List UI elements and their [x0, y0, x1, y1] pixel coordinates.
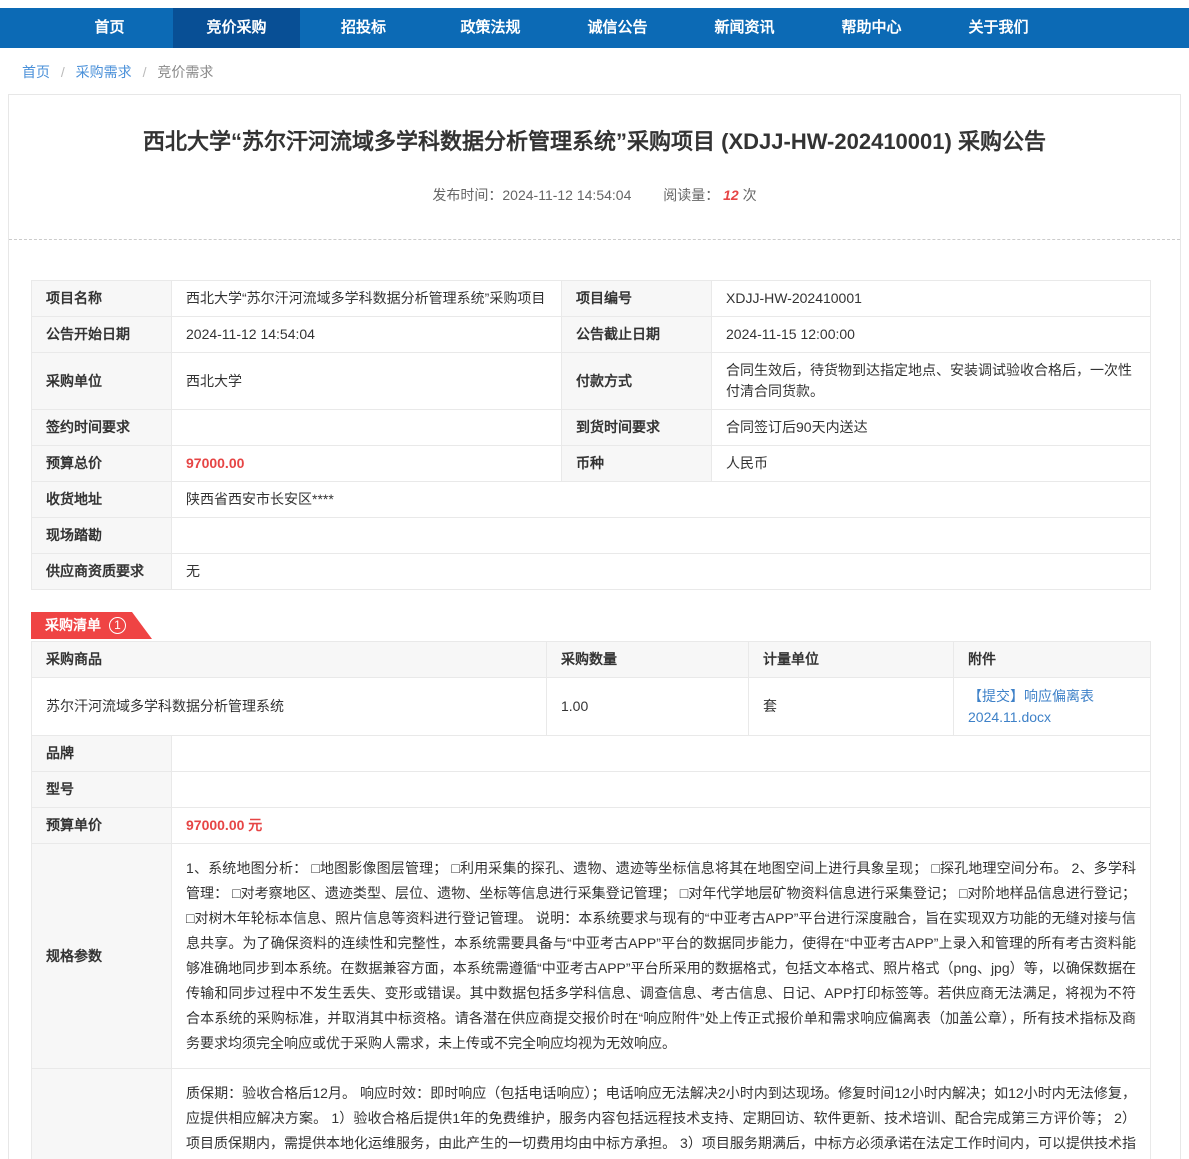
table-row: 采购单位 西北大学 付款方式 合同生效后，待货物到达指定地点、安装调试验收合格后… — [32, 353, 1151, 410]
field-label-end-date: 公告截止日期 — [562, 317, 712, 353]
field-label-purchaser: 采购单位 — [32, 353, 172, 410]
page-title: 西北大学“苏尔汗河流域多学科数据分析管理系统”采购项目 (XDJJ-HW-202… — [49, 127, 1140, 157]
field-value-sign-time — [172, 410, 562, 446]
field-value-payment: 合同生效后，待货物到达指定地点、安装调试验收合格后，一次性付清合同货款。 — [712, 353, 1151, 410]
field-label-model: 型号 — [32, 772, 172, 808]
table-row: 项目名称 西北大学“苏尔汗河流域多学科数据分析管理系统”采购项目 项目编号 XD… — [32, 281, 1151, 317]
breadcrumb-current: 竞价需求 — [157, 64, 213, 80]
field-value-unit-price: 97000.00 元 — [172, 808, 1151, 844]
field-value-site-survey — [172, 518, 1151, 554]
purchase-list-table: 采购商品 采购数量 计量单位 附件 苏尔汗河流域多学科数据分析管理系统 1.00… — [31, 641, 1151, 1159]
views-label: 阅读量： — [663, 187, 719, 203]
table-row: 公告开始日期 2024-11-12 14:54:04 公告截止日期 2024-1… — [32, 317, 1151, 353]
table-row: 型号 — [32, 772, 1151, 808]
publish-time-label: 发布时间： — [432, 187, 502, 203]
publish-info-line: 发布时间：2024-11-12 14:54:04 阅读量： 12 次 — [9, 185, 1180, 205]
nav-item-help[interactable]: 帮助中心 — [808, 8, 935, 48]
field-label-brand: 品牌 — [32, 736, 172, 772]
column-header-unit: 计量单位 — [749, 642, 954, 678]
views-count: 12 — [723, 187, 739, 203]
field-value-delivery-address: 陕西省西安市长安区**** — [172, 482, 1151, 518]
nav-item-tender[interactable]: 招投标 — [300, 8, 427, 48]
publish-time-value: 2024-11-12 14:54:04 — [502, 187, 631, 203]
field-label-unit-price: 预算单价 — [32, 808, 172, 844]
breadcrumb-home-link[interactable]: 首页 — [22, 64, 50, 80]
item-product-name: 苏尔汗河流域多学科数据分析管理系统 — [32, 678, 547, 736]
purchase-list-tag-row: 采购清单 1 — [31, 612, 1151, 639]
field-value-specifications: 1、系统地图分析： □地图影像图层管理； □利用采集的探孔、遗物、遗迹等坐标信息… — [172, 844, 1151, 1069]
field-value-start-date: 2024-11-12 14:54:04 — [172, 317, 562, 353]
views-unit: 次 — [743, 187, 757, 203]
breadcrumb-separator: / — [61, 64, 65, 80]
field-label-specifications: 规格参数 — [32, 844, 172, 1069]
item-unit: 套 — [749, 678, 954, 736]
nav-item-policy[interactable]: 政策法规 — [427, 8, 554, 48]
top-nav: 首页 竞价采购 招投标 政策法规 诚信公告 新闻资讯 帮助中心 关于我们 — [0, 8, 1189, 48]
field-value-supplier-qualification: 无 — [172, 554, 1151, 590]
nav-item-bidding-purchase[interactable]: 竞价采购 — [173, 8, 300, 48]
field-label-supplier-qualification: 供应商资质要求 — [32, 554, 172, 590]
nav-item-home[interactable]: 首页 — [46, 8, 173, 48]
table-row: 预算总价 97000.00 币种 人民币 — [32, 446, 1151, 482]
field-value-end-date: 2024-11-15 12:00:00 — [712, 317, 1151, 353]
purchase-list-count-badge: 1 — [109, 617, 126, 634]
purchase-item-row: 苏尔汗河流域多学科数据分析管理系统 1.00 套 【提交】响应偏离表 2024.… — [32, 678, 1151, 736]
table-row: 签约时间要求 到货时间要求 合同签订后90天内送达 — [32, 410, 1151, 446]
breadcrumb: 首页 / 采购需求 / 竞价需求 — [0, 48, 1189, 92]
field-label-budget-total: 预算总价 — [32, 446, 172, 482]
nav-item-about[interactable]: 关于我们 — [935, 8, 1062, 48]
table-row: 规格参数 1、系统地图分析： □地图影像图层管理； □利用采集的探孔、遗物、遗迹… — [32, 844, 1151, 1069]
field-label-delivery-address: 收货地址 — [32, 482, 172, 518]
column-header-attachment: 附件 — [954, 642, 1151, 678]
field-value-project-no: XDJJ-HW-202410001 — [712, 281, 1151, 317]
column-header-quantity: 采购数量 — [547, 642, 749, 678]
nav-item-integrity[interactable]: 诚信公告 — [554, 8, 681, 48]
field-value-budget-total: 97000.00 — [172, 446, 562, 482]
field-label-sign-time: 签约时间要求 — [32, 410, 172, 446]
field-label-delivery-time: 到货时间要求 — [562, 410, 712, 446]
announcement-card: 西北大学“苏尔汗河流域多学科数据分析管理系统”采购项目 (XDJJ-HW-202… — [8, 94, 1181, 1159]
field-label-project-name: 项目名称 — [32, 281, 172, 317]
table-row: 预算单价 97000.00 元 — [32, 808, 1151, 844]
table-row: 售后服务 质保期：验收合格后12月。 响应时效：即时响应（包括电话响应）；电话响… — [32, 1069, 1151, 1159]
table-row: 品牌 — [32, 736, 1151, 772]
field-label-payment: 付款方式 — [562, 353, 712, 410]
purchase-list-tag-label: 采购清单 — [45, 612, 101, 639]
field-value-after-sales: 质保期：验收合格后12月。 响应时效：即时响应（包括电话响应）；电话响应无法解决… — [172, 1069, 1151, 1159]
purchase-list-tag: 采购清单 1 — [31, 612, 152, 639]
field-label-start-date: 公告开始日期 — [32, 317, 172, 353]
table-header-row: 采购商品 采购数量 计量单位 附件 — [32, 642, 1151, 678]
field-value-model — [172, 772, 1151, 808]
table-row: 供应商资质要求 无 — [32, 554, 1151, 590]
breadcrumb-purchase-demand-link[interactable]: 采购需求 — [76, 64, 132, 80]
project-info-table: 项目名称 西北大学“苏尔汗河流域多学科数据分析管理系统”采购项目 项目编号 XD… — [31, 280, 1151, 590]
field-label-after-sales: 售后服务 — [32, 1069, 172, 1159]
field-value-delivery-time: 合同签订后90天内送达 — [712, 410, 1151, 446]
breadcrumb-separator: / — [143, 64, 147, 80]
column-header-product: 采购商品 — [32, 642, 547, 678]
field-value-project-name: 西北大学“苏尔汗河流域多学科数据分析管理系统”采购项目 — [172, 281, 562, 317]
field-label-site-survey: 现场踏勘 — [32, 518, 172, 554]
table-row: 收货地址 陕西省西安市长安区**** — [32, 482, 1151, 518]
field-label-currency: 币种 — [562, 446, 712, 482]
field-value-brand — [172, 736, 1151, 772]
field-label-project-no: 项目编号 — [562, 281, 712, 317]
item-quantity: 1.00 — [547, 678, 749, 736]
table-row: 现场踏勘 — [32, 518, 1151, 554]
tables-wrapper: 项目名称 西北大学“苏尔汗河流域多学科数据分析管理系统”采购项目 项目编号 XD… — [9, 240, 1180, 1159]
field-value-currency: 人民币 — [712, 446, 1151, 482]
attachment-link[interactable]: 【提交】响应偏离表 2024.11.docx — [968, 688, 1094, 725]
nav-item-news[interactable]: 新闻资讯 — [681, 8, 808, 48]
field-value-purchaser: 西北大学 — [172, 353, 562, 410]
